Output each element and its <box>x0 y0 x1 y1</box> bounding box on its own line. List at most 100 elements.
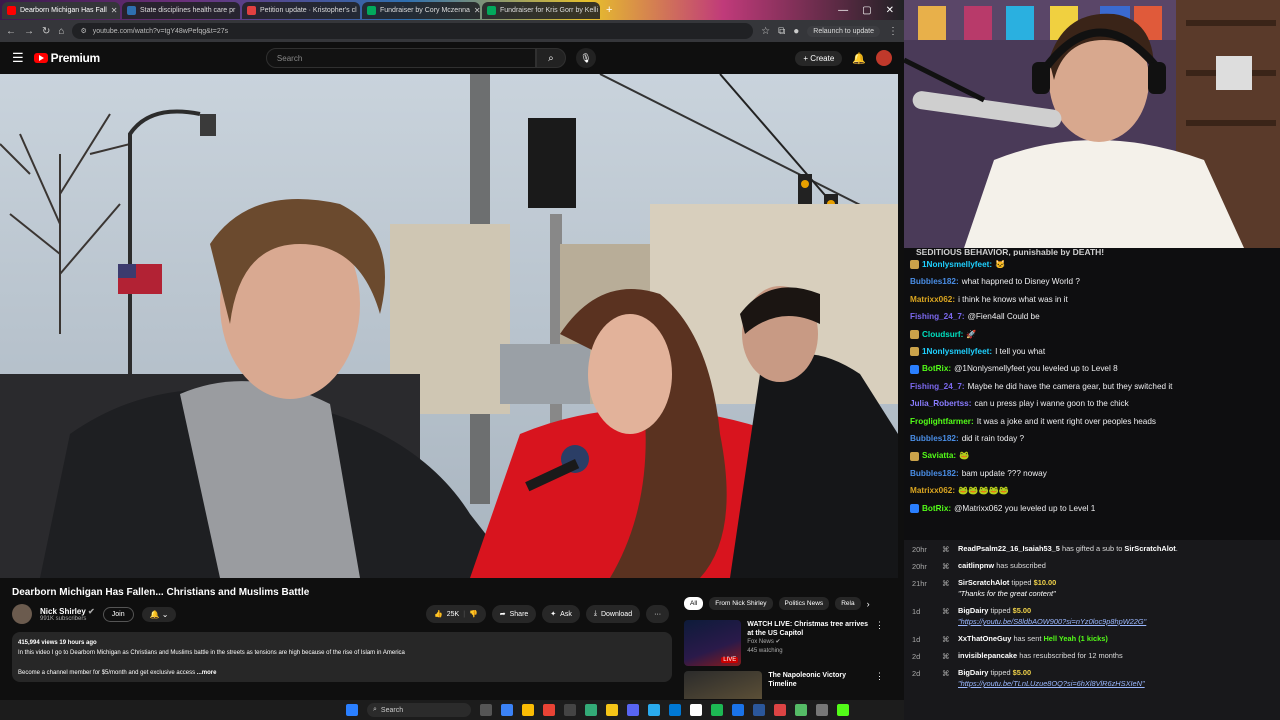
more-actions-button[interactable]: ··· <box>646 605 670 623</box>
menu-icon[interactable]: ⋮ <box>888 26 898 37</box>
download-button[interactable]: ⤓ Download <box>585 605 641 623</box>
channel-name[interactable]: Nick Shirley ✔ <box>40 607 95 616</box>
recommended-video[interactable]: The Napoleonic Victory Timeline ⋮ <box>684 671 884 699</box>
notifications-icon[interactable]: 🔔 <box>852 52 866 65</box>
relaunch-button[interactable]: Relaunch to update <box>807 25 880 37</box>
task-view-icon[interactable] <box>480 704 492 716</box>
tip-link[interactable]: "https://youtu.be/TLnLUzue8OQ?si=6hXl8Vl… <box>958 678 1145 689</box>
like-button[interactable]: 👍 25K | 👎 <box>426 605 486 623</box>
video-player[interactable] <box>0 74 898 578</box>
chat-username[interactable]: Saviatta: <box>922 447 956 464</box>
app-icon[interactable] <box>774 704 786 716</box>
youtube-logo[interactable]: Premium <box>33 51 100 65</box>
new-tab-button[interactable]: + <box>602 4 616 16</box>
share-button[interactable]: ➦ Share <box>491 605 537 623</box>
tab-fundraiser-1[interactable]: Fundraiser by Cory Mczenna ✕ <box>362 1 480 19</box>
event-username[interactable]: SirScratchAlot <box>958 578 1009 587</box>
word-icon[interactable] <box>753 704 765 716</box>
app-icon[interactable] <box>816 704 828 716</box>
app-icon[interactable] <box>564 704 576 716</box>
obs-icon[interactable] <box>690 704 702 716</box>
close-tab-icon[interactable]: ✕ <box>111 6 118 15</box>
excel-icon[interactable] <box>585 704 597 716</box>
search-button[interactable]: ⌕ <box>535 48 566 68</box>
windows-start-icon[interactable] <box>346 704 358 716</box>
recommended-video[interactable]: LIVE WATCH LIVE: Christmas tree arrives … <box>684 620 884 666</box>
site-info-icon[interactable]: ⚙ <box>80 27 86 35</box>
edge-icon[interactable] <box>501 704 513 716</box>
chat-username[interactable]: Cloudsurf: <box>922 326 963 343</box>
chat-username[interactable]: Fishing_24_7: <box>910 378 965 395</box>
kick-icon[interactable] <box>837 704 849 716</box>
maximize-icon[interactable]: ▢ <box>862 5 871 16</box>
event-username[interactable]: ReadPsalm22_16_Isaiah53_5 <box>958 544 1060 553</box>
stream-chat[interactable]: SEDITIOUS BEHAVIOR, punishable by DEATH!… <box>904 248 1280 540</box>
event-username[interactable]: caitlinpnw <box>958 561 994 570</box>
spotify-icon[interactable] <box>711 704 723 716</box>
app-icon[interactable] <box>732 704 744 716</box>
activity-feed[interactable]: 20hr ⌘ ReadPsalm22_16_Isaiah53_5 has gifte… <box>904 540 1280 720</box>
chat-username[interactable]: Julia_Robertss: <box>910 395 971 412</box>
address-bar[interactable]: ⚙ youtube.com/watch?v=tgY48wPefqg&t=27s <box>72 23 754 39</box>
discord-icon[interactable] <box>627 704 639 716</box>
close-tab-icon[interactable]: ✕ <box>474 6 480 15</box>
chat-username[interactable]: Fishing_24_7: <box>910 308 965 325</box>
chrome-profile-icon[interactable] <box>543 704 555 716</box>
tab-youtube[interactable]: Dearborn Michigan Has Fall ✕ <box>2 1 120 19</box>
search-input[interactable]: Search <box>265 48 536 68</box>
chat-username[interactable]: Bubbles182: <box>910 430 959 447</box>
chat-username[interactable]: 1Nonlysmellyfeet: <box>922 256 992 273</box>
close-tab-icon[interactable]: ✕ <box>239 6 240 15</box>
tab-fundraiser-2[interactable]: Fundraiser for Kris Gorr by Kelli✕ <box>482 1 600 19</box>
chat-username[interactable]: Bubbles182: <box>910 465 959 482</box>
taskbar-search[interactable]: ⌕ Search <box>367 703 471 717</box>
telegram-icon[interactable] <box>648 704 660 716</box>
more-options-icon[interactable]: ⋮ <box>875 620 884 666</box>
tip-link[interactable]: "https://youtu.be/S8ldbAOW900?si=nYz0loc… <box>958 616 1146 627</box>
tab-petition[interactable]: Petition update · Kristopher's cl ✕ <box>242 1 360 19</box>
chat-username[interactable]: BotRix: <box>922 360 951 377</box>
description-box[interactable]: 415,994 views 19 hours ago In this video… <box>12 632 672 682</box>
extensions-icon[interactable]: ⧉ <box>778 26 785 37</box>
more-options-icon[interactable]: ⋮ <box>875 671 884 699</box>
voice-search-button[interactable]: 🎙 <box>575 48 596 68</box>
app-icon[interactable] <box>795 704 807 716</box>
chip-all[interactable]: All <box>684 597 704 610</box>
thumbs-down-icon[interactable]: 👎 <box>469 610 478 618</box>
event-username[interactable]: BigDairy <box>958 668 988 677</box>
chrome-icon[interactable] <box>522 704 534 716</box>
event-target-user[interactable]: SirScratchAlot <box>1124 544 1175 553</box>
home-icon[interactable]: ⌂ <box>58 26 64 37</box>
chat-username[interactable]: Bubbles182: <box>910 273 959 290</box>
tab-news[interactable]: State disciplines health care pr✕ <box>122 1 240 19</box>
chat-username[interactable]: Matrixx062: <box>910 482 955 499</box>
event-username[interactable]: invisiblepancake <box>958 651 1017 660</box>
chevron-right-icon[interactable]: › <box>867 597 870 610</box>
profile-icon[interactable]: ● <box>793 26 799 37</box>
chip-from-channel[interactable]: From Nick Shirley <box>709 597 773 610</box>
reload-icon[interactable]: ↻ <box>42 26 50 37</box>
chat-username[interactable]: 1Nonlysmellyfeet: <box>922 343 992 360</box>
close-window-icon[interactable]: ✕ <box>886 5 894 16</box>
outlook-icon[interactable] <box>669 704 681 716</box>
account-avatar[interactable] <box>876 50 892 66</box>
ask-button[interactable]: ✦ Ask <box>542 605 580 623</box>
hamburger-menu-icon[interactable]: ☰ <box>12 50 24 66</box>
chip-politics[interactable]: Politics News <box>778 597 830 610</box>
back-icon[interactable]: ← <box>6 26 16 37</box>
create-button[interactable]: + Create <box>795 50 843 66</box>
chat-username[interactable]: Matrixx062: <box>910 291 955 308</box>
file-explorer-icon[interactable] <box>606 704 618 716</box>
chat-username[interactable]: Froglightfarmer: <box>910 413 974 430</box>
subscribed-bell-button[interactable]: 🔔 ⌄ <box>141 606 177 622</box>
chip-related[interactable]: Rela <box>835 597 861 610</box>
channel-avatar[interactable] <box>12 604 32 624</box>
event-username[interactable]: XxThatOneGuy <box>958 634 1011 643</box>
chat-username[interactable]: BotRix: <box>922 500 951 517</box>
show-more-link[interactable]: ...more <box>197 670 217 676</box>
star-icon[interactable]: ☆ <box>761 26 770 37</box>
forward-icon[interactable]: → <box>24 26 34 37</box>
join-button[interactable]: Join <box>102 606 134 622</box>
event-username[interactable]: BigDairy <box>958 606 988 615</box>
minimize-icon[interactable]: — <box>838 5 848 16</box>
